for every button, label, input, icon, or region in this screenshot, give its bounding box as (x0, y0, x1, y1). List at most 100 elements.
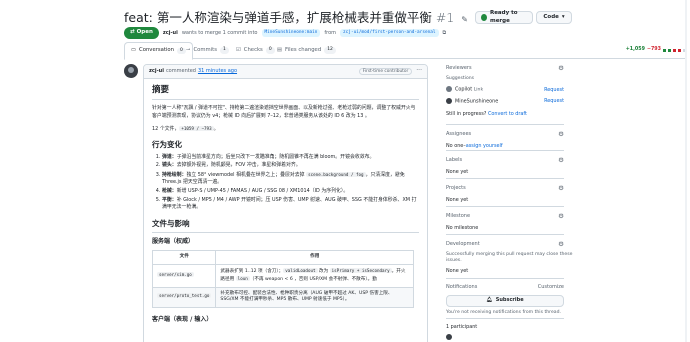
base-branch[interactable]: MineSunshineone:main (261, 29, 321, 37)
subscribe-label: Subscribe (495, 297, 524, 304)
subscribe-button[interactable]: 🔔︎ Subscribe (446, 294, 564, 307)
lines-removed: −793 (646, 47, 661, 52)
suggestions-label: Suggestions (446, 75, 475, 81)
customize-link[interactable]: Customize (538, 284, 564, 291)
avatar (446, 97, 452, 104)
gear-icon[interactable]: ⚙ (558, 156, 564, 165)
reviewers-title-row: Reviewers ⚙ (446, 64, 564, 73)
files-table: 文件 作用 server/sim.go 武器表扩到 1..12 项（含刀）； va… (151, 250, 414, 309)
lines-added: +1,059 (625, 47, 645, 52)
commit-icon: ⊸ (186, 46, 191, 53)
item-text: 补 Glock / MP5 / M4 / AWP 开镜时间；压 USP 伤害、U… (162, 196, 417, 210)
edit-icon[interactable]: ✎ (461, 15, 468, 24)
labels-title-row: Labels ⚙ (446, 156, 564, 165)
file-code: server/sim.go (157, 271, 194, 277)
summary-paragraph: 针对第一人称"瓦飘 / 弹道不可控"、持枪第二遍渲染遮挡空世界画面、以及新枪过强… (152, 105, 416, 119)
comment-action: commented (165, 68, 196, 75)
summary-stats: 12 个文件， +1059 / −793。 (152, 125, 419, 134)
summary-heading: 摘要 (152, 85, 419, 100)
item-code: scene.background / fog (306, 172, 366, 178)
milestone-value: No milestone (446, 224, 479, 231)
reviewer-copilot: Copilot Link (446, 86, 483, 94)
development-title-row: Development ⚙ (446, 240, 564, 249)
notifications-status: You're not receiving notifications from … (446, 309, 561, 315)
assignees-value: No one–assign yourself (446, 143, 564, 150)
item-bold: 弹道： (162, 153, 177, 160)
reviewer-name: MineSunshineone (455, 98, 499, 105)
copy-icon[interactable]: ⧉ (443, 30, 447, 37)
request-review-button[interactable]: Request (544, 87, 564, 94)
code-button[interactable]: Code ▾ (536, 11, 572, 24)
divider (446, 124, 564, 125)
comment-header: zcj-ui commented 31 minutes ago First-ti… (144, 65, 427, 79)
pr-number: #1 (435, 10, 455, 25)
merge-text: wants to merge 1 commit into (181, 29, 258, 36)
checklist-icon: ☑ (236, 46, 241, 53)
assignees-section: Assignees ⚙ No one–assign yourself (446, 130, 564, 149)
item-bold: 枪械： (162, 188, 177, 195)
from-text: from (324, 29, 337, 36)
diffstat: +1,059 −793 (626, 47, 686, 53)
ready-to-merge-button[interactable]: Ready to merge (475, 10, 533, 24)
kebab-menu-icon[interactable]: ··· (416, 67, 422, 75)
comment-author[interactable]: zcj-ui (149, 68, 164, 75)
tab-commits[interactable]: ⊸ Commits 1 (186, 42, 229, 59)
changes-list: 弹道：子弹沿当前准星方向；后坐只改下一发瞄准角；随机圆锥不再在满 bloom。开… (162, 154, 419, 211)
gear-icon[interactable]: ⚙ (558, 184, 564, 193)
gear-icon[interactable]: ⚙ (558, 212, 564, 221)
head-branch[interactable]: zcj-ui/mod/first-person-and-arsenal (340, 29, 439, 37)
gear-icon[interactable]: ⚙ (558, 64, 564, 73)
assignees-text: No one– (446, 142, 466, 149)
tab-files-changed[interactable]: ▤ Files changed 12 (277, 42, 336, 59)
first-time-contributor-badge: First-time contributor (358, 67, 413, 76)
request-review-button[interactable]: Request (544, 98, 564, 105)
gear-icon[interactable]: ⚙ (558, 240, 564, 249)
summary-diff-code: +1059 / −793 (179, 126, 214, 132)
diffstat-block (663, 48, 666, 52)
projects-section: Projects ⚙ None yet (446, 184, 564, 203)
table-header-row: 文件 作用 (151, 250, 414, 265)
list-item: 平衡：补 Glock / MP5 / M4 / AWP 开镜时间；压 USP 伤… (162, 197, 419, 211)
comment-time[interactable]: 31 minutes ago (198, 68, 237, 75)
effect-cell: 补充散布可控、配装合法性、枪种职责分离（AUG 破甲不超过 AK、USP 伤害上… (215, 286, 414, 309)
development-text2: issues. (446, 258, 462, 264)
tab-conversation[interactable]: ▭ Conversation 0 (124, 42, 193, 60)
item-text: 去掉额外视晃，随机颤晃，FOV 冲击，准星和弹着对齐。 (176, 162, 301, 169)
list-item: 弹道：子弹沿当前准星方向；后坐只改下一发瞄准角；随机圆锥不再在满 bloom。开… (162, 154, 419, 161)
copilot-name: Copilot (455, 86, 473, 93)
client-heading: 客户端（表现 / 输入） (152, 316, 213, 324)
assign-yourself-link[interactable]: assign yourself (466, 143, 503, 149)
item-text: 新增 USP-S / UMP-45 / FAMAS / AUG / SSG 08… (176, 188, 349, 195)
effect-code: loun (235, 275, 250, 281)
tab-label: Files changed (285, 46, 322, 53)
notifications-title: Notifications (446, 284, 478, 290)
tab-checks[interactable]: ☑ Checks 0 (236, 42, 275, 59)
pr-author-link[interactable]: zcj-ui (163, 30, 178, 37)
col-file-header: 文件 (151, 250, 217, 265)
convert-to-draft-link[interactable]: Convert to draft (488, 111, 527, 117)
pr-header: feat: 第一人称渲染与弹道手感，扩展枪械表并重做平衡 #1 ✎ Ready … (124, 6, 686, 42)
reviewer-user: MineSunshineone (446, 97, 499, 105)
file-cell: server/proto_test.go (151, 286, 217, 309)
milestone-title-row: Milestone ⚙ (446, 212, 564, 221)
effect-code: validLoadout (283, 268, 318, 273)
col-effect-header: 作用 (215, 250, 414, 265)
participants-section: 1 participant (446, 324, 564, 341)
milestone-title: Milestone (446, 213, 471, 219)
item-text: 独立 58° viewmodel 相机叠在世界之上；叠层对去掉 (186, 172, 307, 179)
diffstat-block (678, 48, 681, 52)
effect-cell: 武器表扩到 1..12 项（含刀）； validLoadout 改为 isPrim… (215, 264, 414, 288)
projects-title: Projects (446, 185, 466, 191)
comment-body: 摘要 针对第一人称"瓦飘 / 弹道不可控"、持枪第二遍渲染遮挡空世界画面、以及新… (144, 79, 427, 334)
avatar[interactable] (446, 333, 452, 340)
still-progress-text: Still in progress? (446, 111, 487, 118)
list-item: 枪械：新增 USP-S / UMP-45 / FAMAS / AUG / SSG… (162, 188, 419, 195)
avatar[interactable] (124, 64, 138, 78)
reviewer-row: MineSunshineone Request (446, 97, 564, 105)
tab-count: 12 (324, 47, 336, 54)
scrollbar[interactable] (685, 0, 687, 342)
gear-icon[interactable]: ⚙ (558, 130, 564, 139)
still-progress-row: Still in progress? Convert to draft (446, 111, 564, 118)
diffstat-block (673, 48, 676, 52)
list-item: 持枪绘制：独立 58° viewmodel 相机叠在世界之上；叠层对去掉 sce… (162, 171, 419, 186)
